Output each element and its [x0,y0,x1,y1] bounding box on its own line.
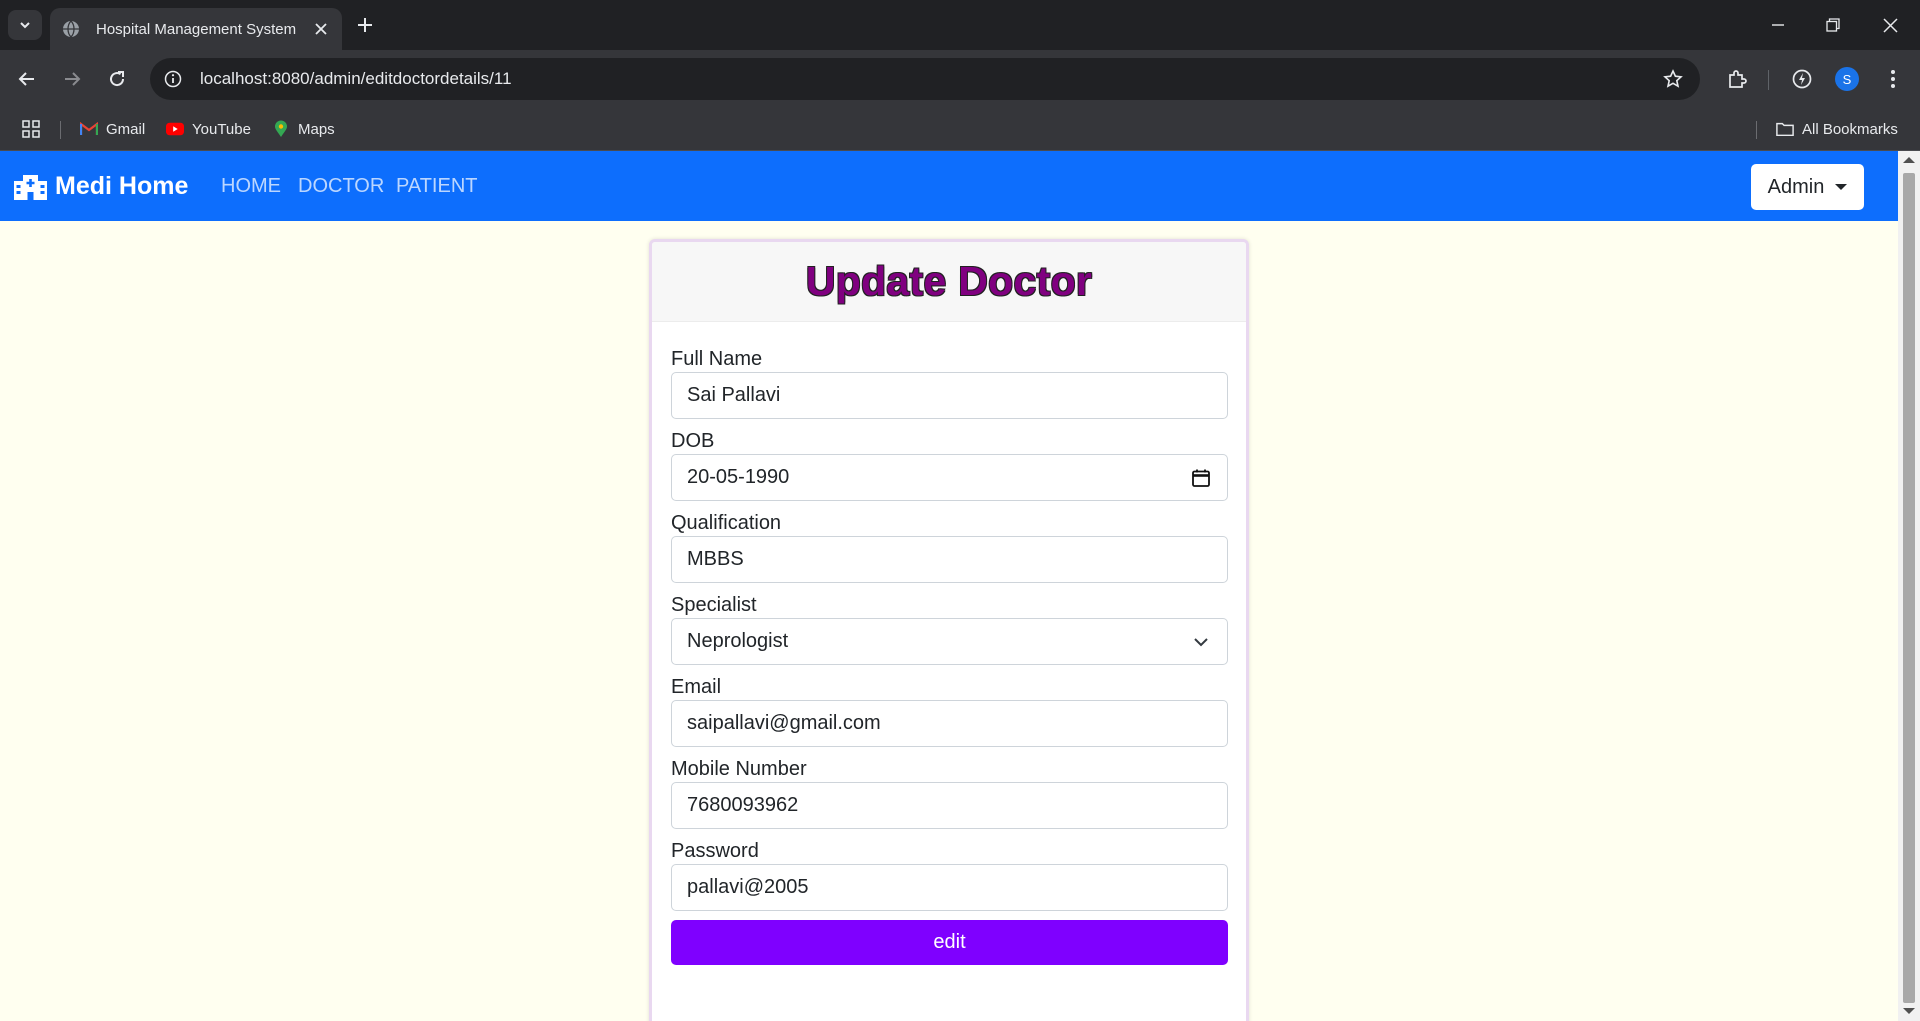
back-button[interactable] [12,64,42,94]
specialist-label: Specialist [671,594,757,616]
bookmark-maps[interactable]: Maps [272,116,335,142]
browser-tab[interactable]: Hospital Management System [50,8,342,50]
full-name-value: Sai Pallavi [687,384,781,406]
restore-icon [1826,18,1840,32]
password-label: Password [671,840,759,862]
qualification-input[interactable]: MBBS [671,536,1228,583]
url-text: localhost:8080/admin/editdoctordetails/1… [200,69,512,88]
hospital-icon [14,174,47,200]
tab-title: Hospital Management System [96,20,297,38]
scrollbar-thumb[interactable] [1903,173,1915,1003]
apps-button[interactable] [22,116,40,142]
nav-home-link[interactable]: HOME [221,175,281,198]
mobile-label: Mobile Number [671,758,807,780]
full-name-label: Full Name [671,348,763,370]
gmail-icon [80,120,98,138]
mobile-group: Mobile Number 7680093962 [671,756,1228,829]
dob-label: DOB [671,430,715,452]
youtube-icon [166,120,184,138]
site-info-icon[interactable] [156,62,190,96]
bookmark-divider [1756,121,1757,139]
arrow-left-icon [18,72,34,86]
reload-icon [110,71,125,87]
minimize-button[interactable] [1758,10,1798,40]
bookmark-gmail[interactable]: Gmail [80,116,145,142]
admin-dropdown-button[interactable]: Admin [1751,164,1864,210]
performance-icon[interactable] [1787,64,1817,94]
card-header: Update Doctor [652,242,1246,322]
bookmark-label: Maps [298,120,335,138]
scroll-down-arrow-icon[interactable] [1903,1008,1915,1014]
email-value: saipallavi@gmail.com [687,712,881,734]
folder-icon [1776,120,1794,138]
page-title: Update Doctor [805,258,1093,304]
tab-search-button[interactable] [8,10,42,40]
specialist-value: Neprologist [687,630,789,652]
scroll-up-arrow-icon[interactable] [1903,157,1915,163]
arrow-right-icon [65,72,81,86]
admin-label: Admin [1767,175,1825,198]
brand-name: Medi Home [55,171,189,200]
reload-button[interactable] [102,64,132,94]
address-bar[interactable]: localhost:8080/admin/editdoctordetails/1… [150,58,1700,100]
browser-tabstrip: Hospital Management System [0,0,1920,50]
specialist-select[interactable]: Neprologist [671,618,1228,665]
bookmark-star-icon[interactable] [1658,64,1688,94]
bookmark-label: YouTube [192,120,251,138]
edit-submit-button[interactable]: edit [671,920,1228,965]
maps-icon [272,120,290,138]
specialist-group: Specialist Neprologist [671,592,1228,665]
toolbar-divider [1768,70,1769,90]
email-label: Email [671,676,722,698]
caret-down-icon [1835,184,1848,190]
dob-date-input[interactable]: 20-05-1990 [671,454,1228,501]
bookmark-youtube[interactable]: YouTube [166,116,251,142]
bookmarks-bar: Gmail YouTube Maps All Bookmarks [0,108,1920,151]
profile-button[interactable]: S [1832,64,1862,94]
qualification-value: MBBS [687,548,744,570]
doctor-form: Full Name Sai Pallavi DOB 20-05-1990 Qua… [652,322,1246,965]
close-icon [315,23,327,35]
browser-toolbar: localhost:8080/admin/editdoctordetails/1… [0,50,1920,108]
full-name-input[interactable]: Sai Pallavi [671,372,1228,419]
update-doctor-card: Update Doctor Full Name Sai Pallavi DOB … [649,239,1249,1021]
all-bookmarks-label: All Bookmarks [1802,120,1898,138]
password-input[interactable]: pallavi@2005 [671,864,1228,911]
restore-button[interactable] [1813,10,1853,40]
close-window-button[interactable] [1870,10,1910,40]
nav-doctor-link[interactable]: DOCTOR [298,175,384,198]
bookmark-label: Gmail [106,120,146,138]
globe-icon [63,20,79,38]
qualification-group: Qualification MBBS [671,510,1228,583]
calendar-icon[interactable] [1191,468,1211,488]
mobile-value: 7680093962 [687,794,799,816]
dob-value: 20-05-1990 [687,466,790,488]
plus-icon [358,18,372,32]
dob-group: DOB 20-05-1990 [671,428,1228,501]
all-bookmarks-button[interactable]: All Bookmarks [1776,116,1898,142]
brand-logo[interactable]: Medi Home [14,171,188,201]
full-name-group: Full Name Sai Pallavi [671,346,1228,419]
apps-grid-icon [22,120,40,138]
chevron-down-icon [1194,638,1208,647]
chevron-down-icon [20,22,30,29]
minimize-icon [1772,24,1784,26]
forward-button[interactable] [57,64,87,94]
extensions-icon[interactable] [1722,64,1752,94]
password-group: Password pallavi@2005 [671,838,1228,911]
nav-patient-link[interactable]: PATIENT [396,175,477,198]
new-tab-button[interactable] [352,12,378,38]
email-group: Email saipallavi@gmail.com [671,674,1228,747]
qualification-label: Qualification [671,512,782,534]
site-navbar: Medi Home HOME DOCTOR PATIENT Admin [0,151,1898,221]
mobile-number-input[interactable]: 7680093962 [671,782,1228,829]
tab-close-button[interactable] [312,20,330,38]
menu-kebab-icon[interactable] [1878,64,1908,94]
bookmark-divider [60,121,61,139]
password-value: pallavi@2005 [687,876,809,898]
close-icon [1882,17,1898,33]
profile-avatar: S [1835,67,1859,91]
email-input[interactable]: saipallavi@gmail.com [671,700,1228,747]
page-scrollbar[interactable] [1898,151,1920,1021]
